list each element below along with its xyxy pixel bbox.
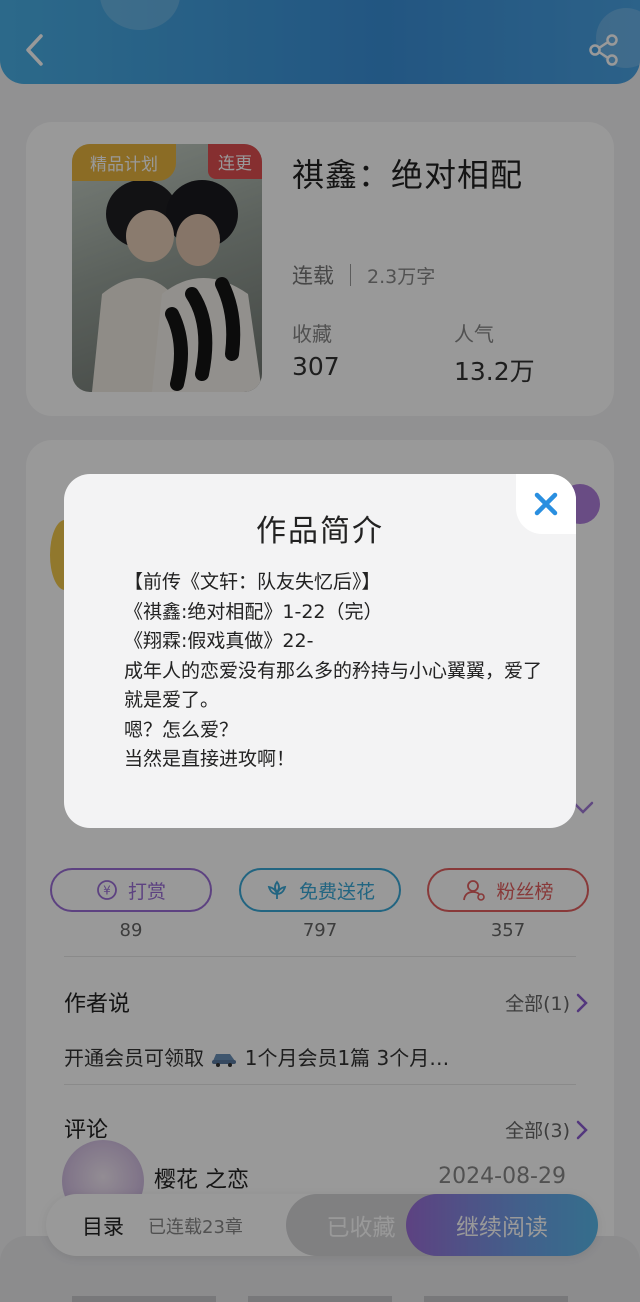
synopsis-line: 当然是直接进攻啊！: [124, 748, 296, 770]
synopsis-line: 《翔霖:假戏真做》22-: [124, 630, 314, 652]
synopsis-text: 【前传《文轩：队友失忆后》】 《祺鑫:绝对相配》1-22（完） 《翔霖:假戏真做…: [124, 568, 544, 775]
synopsis-line: 【前传《文轩：队友失忆后》】: [124, 571, 381, 593]
synopsis-modal: 作品简介 【前传《文轩：队友失忆后》】 《祺鑫:绝对相配》1-22（完） 《翔霖…: [64, 474, 576, 828]
synopsis-line: 《祺鑫:绝对相配》1-22（完）: [124, 600, 383, 623]
synopsis-line: 嗯？怎么爱？: [124, 718, 239, 741]
close-icon: [534, 492, 558, 516]
synopsis-line: 成年人的恋爱没有那么多的矜持与小心翼翼，爱了就是爱了。: [124, 659, 543, 712]
modal-title: 作品简介: [256, 514, 384, 549]
close-button[interactable]: [516, 474, 576, 534]
